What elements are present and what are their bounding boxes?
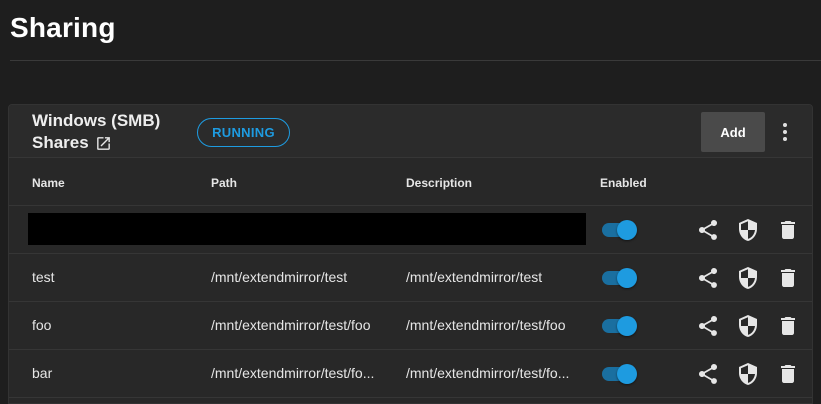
share-description: /mnt/extendmirror/test	[406, 269, 543, 285]
share-description: /mnt/extendmirror/test/foo	[406, 317, 566, 333]
card-title-line2: Shares	[32, 133, 89, 152]
share-name: bar	[32, 365, 53, 381]
title-divider	[10, 60, 821, 61]
share-description: /mnt/extendmirror/test/fo...	[406, 365, 570, 381]
delete-icon[interactable]	[776, 266, 800, 290]
security-shield-icon[interactable]	[736, 266, 760, 290]
redacted-block	[28, 213, 586, 245]
share-icon[interactable]	[696, 314, 720, 338]
smb-shares-card: Windows (SMB) Shares RUNNING Add Name Pa…	[8, 104, 813, 404]
column-header-name[interactable]: Name	[32, 176, 65, 190]
share-path: /mnt/extendmirror/test/fo...	[211, 365, 375, 381]
share-icon[interactable]	[696, 218, 720, 242]
card-header: Windows (SMB) Shares RUNNING Add	[9, 105, 812, 158]
share-path: /mnt/extendmirror/test	[211, 269, 348, 285]
card-title[interactable]: Windows (SMB) Shares	[32, 110, 182, 154]
enabled-toggle[interactable]	[600, 364, 638, 384]
delete-icon[interactable]	[776, 218, 800, 242]
share-name: foo	[32, 317, 52, 333]
delete-icon[interactable]	[776, 314, 800, 338]
column-header-path[interactable]: Path	[211, 176, 237, 190]
table-header: Name Path Description Enabled	[9, 158, 812, 206]
security-shield-icon[interactable]	[736, 218, 760, 242]
table-row: test /mnt/extendmirror/test /mnt/extendm…	[9, 254, 812, 302]
column-header-description[interactable]: Description	[406, 176, 472, 190]
delete-icon[interactable]	[776, 362, 800, 386]
more-vert-icon[interactable]	[777, 120, 793, 144]
share-name: test	[32, 269, 55, 285]
share-icon[interactable]	[696, 362, 720, 386]
add-share-button[interactable]: Add	[701, 112, 765, 152]
table-body: test /mnt/extendmirror/test /mnt/extendm…	[9, 206, 812, 398]
open-in-new-icon[interactable]	[95, 135, 112, 152]
table-row	[9, 206, 812, 254]
column-header-enabled[interactable]: Enabled	[600, 176, 647, 190]
enabled-toggle[interactable]	[600, 268, 638, 288]
share-path: /mnt/extendmirror/test/foo	[211, 317, 371, 333]
security-shield-icon[interactable]	[736, 314, 760, 338]
service-status-badge[interactable]: RUNNING	[197, 118, 290, 147]
card-title-line1: Windows (SMB)	[32, 111, 161, 130]
page-title: Sharing	[10, 12, 116, 43]
share-icon[interactable]	[696, 266, 720, 290]
table-row: foo /mnt/extendmirror/test/foo /mnt/exte…	[9, 302, 812, 350]
security-shield-icon[interactable]	[736, 362, 760, 386]
enabled-toggle[interactable]	[600, 316, 638, 336]
table-row: bar /mnt/extendmirror/test/fo... /mnt/ex…	[9, 350, 812, 398]
enabled-toggle[interactable]	[600, 220, 638, 240]
